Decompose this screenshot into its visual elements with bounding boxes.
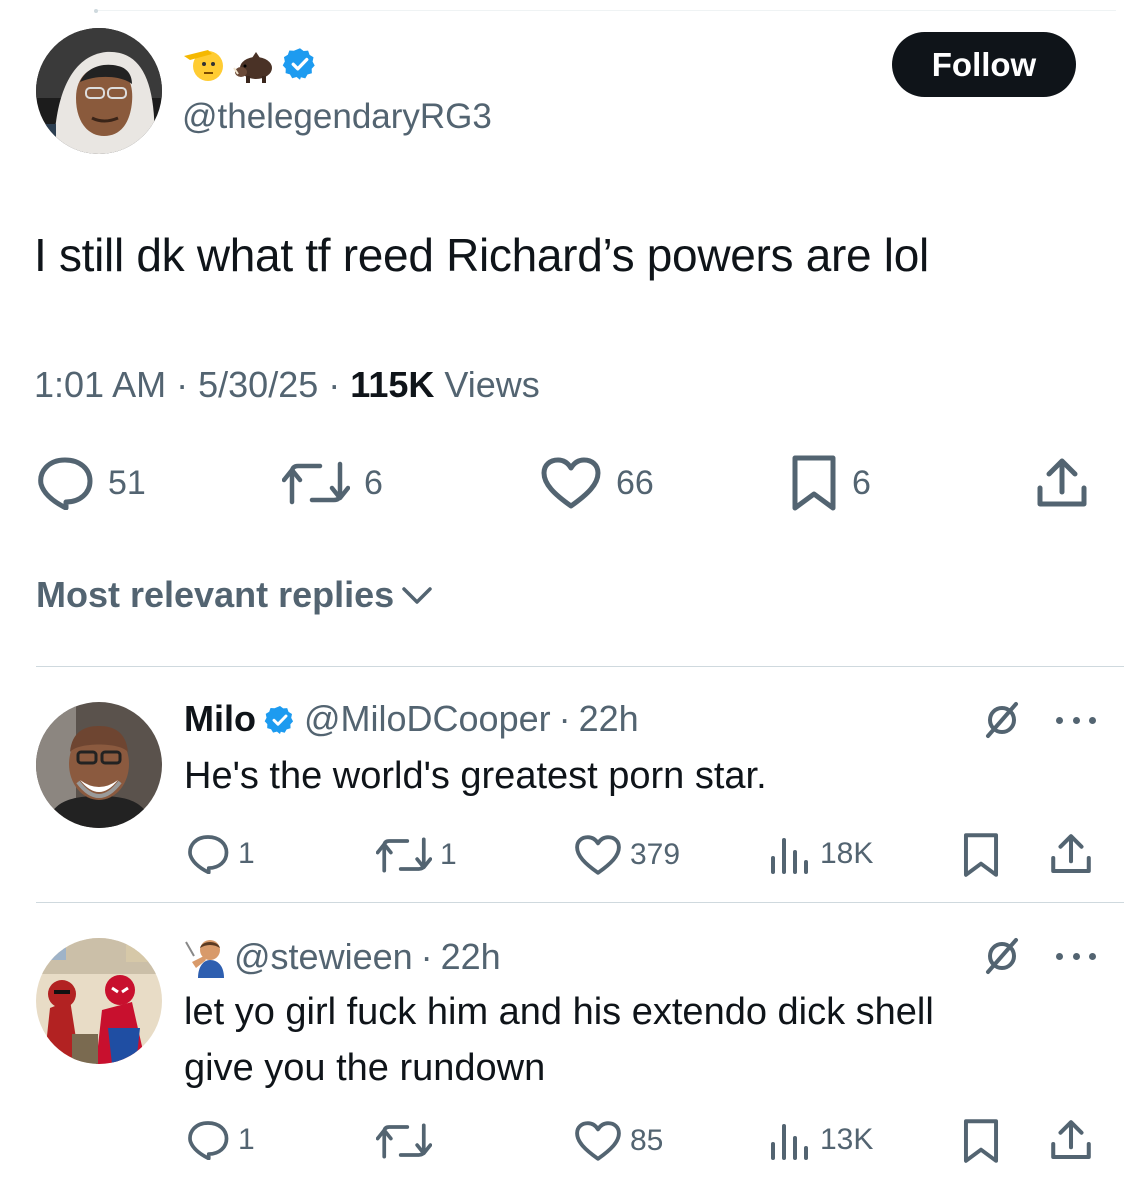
views-icon [771, 838, 808, 874]
reply-header: Milo @MiloDCooper · 22h [184, 696, 639, 742]
views-button[interactable]: 13K [768, 1120, 873, 1160]
verified-badge-icon [282, 46, 318, 82]
bookmark-button[interactable]: 6 [790, 454, 871, 512]
boar-icon [232, 42, 276, 86]
author-avatar[interactable] [36, 28, 162, 154]
like-button[interactable]: 379 [574, 834, 680, 876]
bookmark-button[interactable] [962, 832, 1000, 878]
repost-button[interactable]: 1 [376, 836, 457, 874]
reply-button[interactable]: 1 [186, 834, 255, 874]
repost-button[interactable]: 6 [282, 460, 383, 506]
like-count: 66 [616, 463, 654, 502]
reply-count: 51 [108, 463, 146, 502]
share-button[interactable] [1050, 1118, 1092, 1162]
share-icon [1051, 834, 1091, 873]
reply-author-handle[interactable]: @stewieen [234, 936, 413, 978]
bookmark-icon [963, 833, 999, 877]
heart-icon [541, 457, 601, 509]
like-count: 379 [630, 838, 681, 871]
reply-count: 1 [238, 1123, 255, 1156]
meta-separator: · [328, 364, 341, 405]
views-count: 115K [350, 364, 435, 405]
bookmark-icon [963, 1119, 999, 1163]
like-count: 85 [630, 1124, 664, 1157]
reply-text: He's the world's greatest porn star. [184, 755, 767, 797]
meta-separator: · [420, 936, 433, 977]
tweet-text: I still dk what tf reed Richard’s powers… [34, 229, 929, 281]
top-rule [96, 10, 1116, 11]
sort-label: Most relevant replies [36, 574, 395, 615]
reply-avatar[interactable] [36, 938, 162, 1064]
bookmark-button[interactable] [962, 1118, 1000, 1164]
more-options-icon[interactable] [1056, 950, 1096, 962]
repost-count: 1 [440, 838, 457, 871]
repost-icon [376, 1123, 432, 1159]
replies-divider [36, 666, 1124, 667]
reply-header: @stewieen · 22h [184, 934, 501, 980]
meta-separator: · [558, 698, 571, 739]
like-button[interactable]: 85 [574, 1120, 663, 1162]
reply-button[interactable]: 1 [186, 1120, 255, 1160]
reply-text-line: let yo girl fuck him and his extendo dic… [184, 991, 934, 1033]
share-button[interactable] [1050, 832, 1092, 876]
repost-icon [282, 461, 350, 505]
tweet-time[interactable]: 1:01 AM [34, 364, 166, 405]
bookmark-count: 6 [852, 463, 871, 502]
reply-author-handle[interactable]: @MiloDCooper [304, 698, 551, 740]
sort-replies-dropdown[interactable]: Most relevant replies [36, 574, 434, 616]
reply-avatar[interactable] [36, 702, 162, 828]
heart-icon [575, 1121, 621, 1161]
saluting-face-icon [182, 42, 226, 86]
share-button[interactable] [1036, 456, 1088, 510]
heart-icon [575, 835, 621, 875]
top-dot [94, 9, 98, 13]
repost-button[interactable] [376, 1122, 440, 1160]
follow-button[interactable]: Follow [892, 32, 1076, 97]
meta-separator: · [176, 364, 189, 405]
reply-button[interactable]: 51 [36, 456, 146, 510]
more-options-icon[interactable] [1056, 714, 1096, 726]
reply-text: let yo girl fuck him and his extendo dic… [184, 984, 934, 1096]
reply-icon [188, 1121, 229, 1160]
reply-count: 1 [238, 837, 255, 870]
verified-badge-icon [264, 703, 296, 735]
reply-time[interactable]: 22h [441, 936, 501, 978]
man-shushing-icon[interactable] [184, 936, 226, 978]
views-button[interactable]: 18K [768, 834, 873, 874]
reply-icon [188, 835, 229, 874]
reply-divider [36, 902, 1124, 903]
reply-author-name[interactable]: Milo [184, 698, 256, 740]
bookmark-icon [792, 455, 836, 511]
repost-icon [376, 837, 432, 873]
like-button[interactable]: 66 [540, 456, 654, 510]
views-count: 18K [820, 837, 874, 870]
tweet-date[interactable]: 5/30/25 [198, 364, 318, 405]
views-count: 13K [820, 1123, 874, 1156]
reply-icon [38, 457, 93, 510]
views-icon [771, 1124, 808, 1160]
repost-count: 6 [364, 463, 383, 502]
views-label: Views [444, 364, 540, 405]
grok-icon[interactable] [982, 936, 1022, 976]
reply-time[interactable]: 22h [579, 698, 639, 740]
author-handle[interactable]: @thelegendaryRG3 [182, 97, 492, 137]
share-icon [1051, 1120, 1091, 1159]
tweet-meta: 1:01 AM · 5/30/25 · 115K Views [34, 364, 540, 406]
reply-text-line: give you the rundown [184, 1047, 546, 1089]
grok-icon[interactable] [982, 700, 1022, 740]
author-name-row[interactable] [182, 40, 318, 88]
chevron-down-icon [402, 587, 432, 604]
share-icon [1037, 458, 1087, 507]
